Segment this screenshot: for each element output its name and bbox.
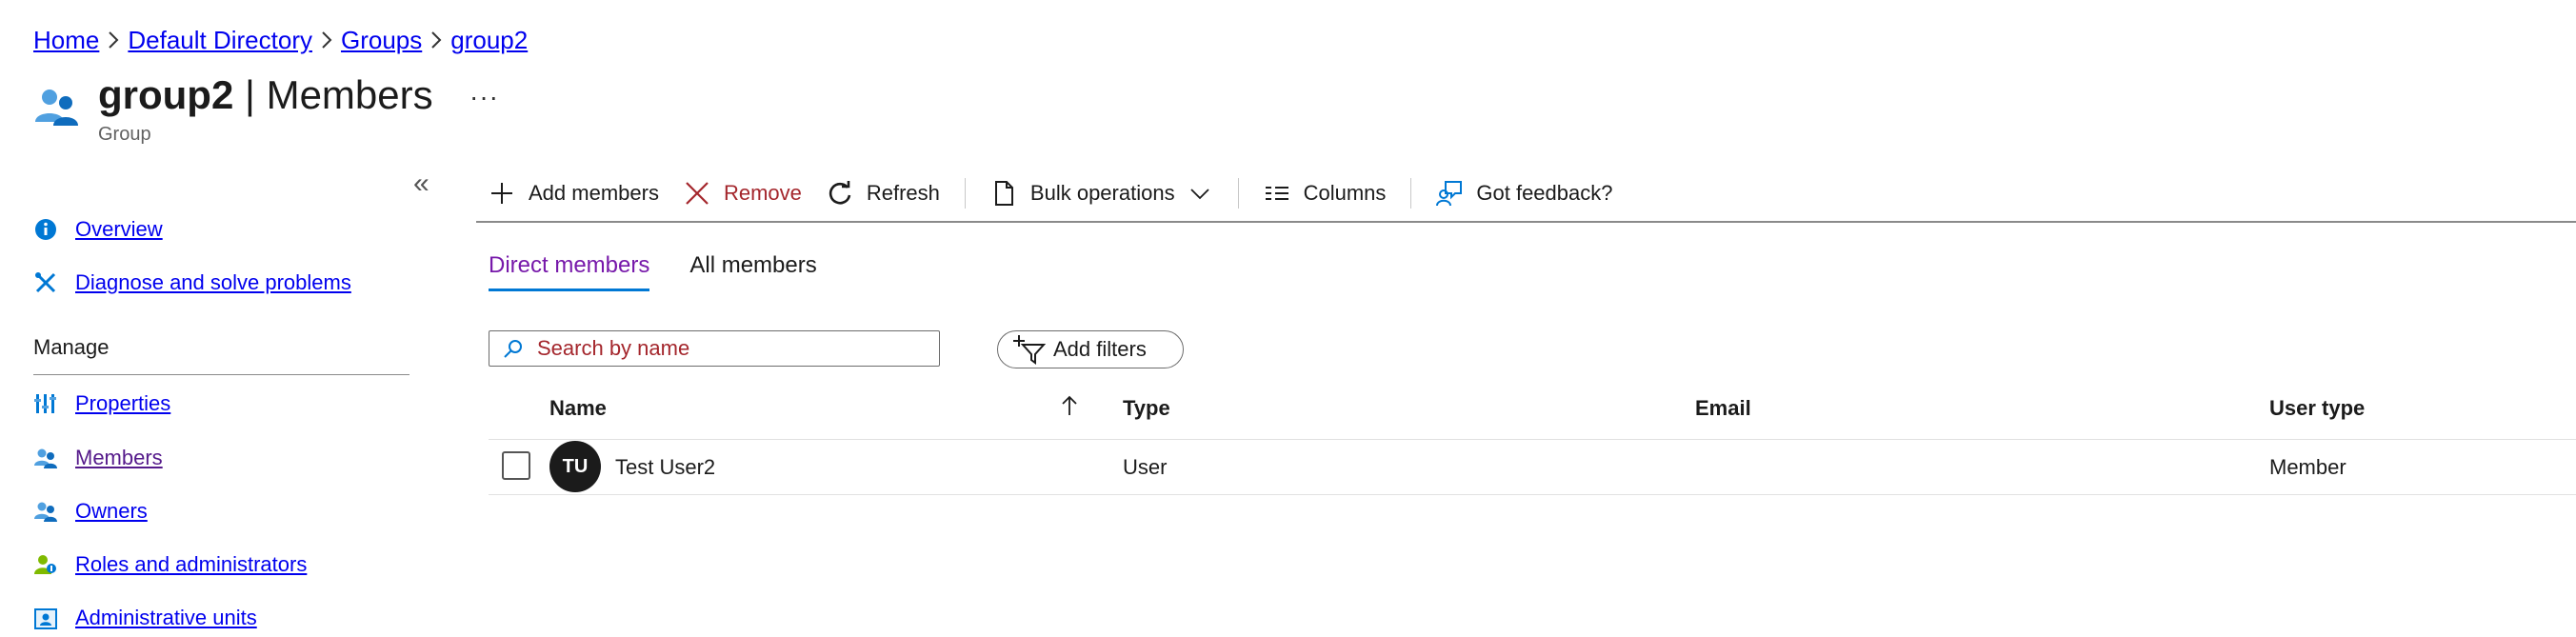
sidebar-item-label[interactable]: Properties <box>75 391 170 416</box>
search-input[interactable] <box>535 335 920 362</box>
command-bar: Add members Remove Refresh Bulk operatio… <box>489 169 1638 217</box>
divider <box>489 439 2576 440</box>
breadcrumb-groups[interactable]: Groups <box>341 26 422 55</box>
sidebar-item-diagnose[interactable]: Diagnose and solve problems <box>33 264 351 302</box>
column-header-type[interactable]: Type <box>1123 396 1170 421</box>
member-name[interactable]: Test User2 <box>615 455 715 480</box>
sidebar-item-label[interactable]: Roles and administrators <box>75 552 307 577</box>
chevron-right-icon <box>422 30 450 50</box>
breadcrumb-group2[interactable]: group2 <box>450 26 528 55</box>
wrench-screwdriver-icon <box>33 270 58 295</box>
refresh-button[interactable]: Refresh <box>827 172 940 214</box>
search-box[interactable] <box>489 330 940 367</box>
sidebar-item-label[interactable]: Overview <box>75 217 163 242</box>
info-icon <box>33 217 58 242</box>
bulk-operations-button[interactable]: Bulk operations <box>990 172 1213 214</box>
tab-direct-members[interactable]: Direct members <box>489 252 650 291</box>
sidebar-item-properties[interactable]: Properties <box>33 385 170 423</box>
members-icon <box>33 446 58 470</box>
member-user-type: Member <box>2269 455 2346 479</box>
sidebar-item-overview[interactable]: Overview <box>33 210 163 249</box>
breadcrumb-default-directory[interactable]: Default Directory <box>128 26 312 55</box>
close-icon <box>684 180 710 207</box>
chevron-right-icon <box>312 30 341 50</box>
divider <box>476 221 2576 223</box>
sidebar-item-label[interactable]: Diagnose and solve problems <box>75 270 351 295</box>
sidebar-item-label[interactable]: Administrative units <box>75 606 257 630</box>
add-filters-button[interactable]: Add filters <box>997 330 1184 368</box>
add-filter-icon <box>1013 333 1046 366</box>
owners-icon <box>33 499 58 524</box>
roles-icon <box>33 552 58 577</box>
divider <box>964 178 966 209</box>
chevron-down-icon <box>1187 180 1213 207</box>
sort-ascending-icon[interactable] <box>1061 394 1078 417</box>
sidebar-item-roles[interactable]: Roles and administrators <box>33 546 307 584</box>
divider <box>33 374 409 375</box>
page-title: group2 | Members <box>98 72 433 117</box>
feedback-icon <box>1436 180 1463 207</box>
column-header-user-type[interactable]: User type <box>2269 396 2365 421</box>
sidebar-item-members[interactable]: Members <box>33 439 163 477</box>
section-heading-manage: Manage <box>33 335 110 359</box>
search-icon <box>503 338 524 359</box>
sidebar-item-owners[interactable]: Owners <box>33 492 148 530</box>
page-subtitle: Group <box>98 124 151 145</box>
divider <box>489 494 2576 495</box>
administrative-units-icon <box>33 606 58 630</box>
remove-button[interactable]: Remove <box>684 172 802 214</box>
group-icon <box>35 90 78 126</box>
columns-button[interactable]: Columns <box>1264 172 1386 214</box>
refresh-icon <box>827 180 853 207</box>
tab-all-members[interactable]: All members <box>689 252 816 291</box>
chevron-right-icon <box>99 30 128 50</box>
breadcrumb: Home Default Directory Groups group2 <box>33 21 528 59</box>
more-actions-button[interactable]: ··· <box>469 82 499 112</box>
sidebar-item-label[interactable]: Members <box>75 446 163 470</box>
sidebar-item-administrative-units[interactable]: Administrative units <box>33 599 257 637</box>
member-type: User <box>1123 455 1168 479</box>
properties-icon <box>33 391 58 416</box>
breadcrumb-home[interactable]: Home <box>33 26 99 55</box>
divider <box>1410 178 1412 209</box>
add-members-button[interactable]: Add members <box>489 172 659 214</box>
document-icon <box>990 180 1017 207</box>
collapse-sidebar-button[interactable]: « <box>413 168 429 200</box>
columns-icon <box>1264 180 1290 207</box>
column-header-email[interactable]: Email <box>1695 396 1751 421</box>
divider <box>1237 178 1239 209</box>
plus-icon <box>489 180 515 207</box>
member-tabs: Direct members All members <box>489 252 857 291</box>
row-checkbox[interactable] <box>502 451 530 480</box>
avatar: TU <box>549 441 601 492</box>
column-header-name[interactable]: Name <box>549 396 607 421</box>
page-header: group2 | Members Group <box>33 69 433 146</box>
sidebar-item-label[interactable]: Owners <box>75 499 148 524</box>
feedback-button[interactable]: Got feedback? <box>1436 172 1613 214</box>
